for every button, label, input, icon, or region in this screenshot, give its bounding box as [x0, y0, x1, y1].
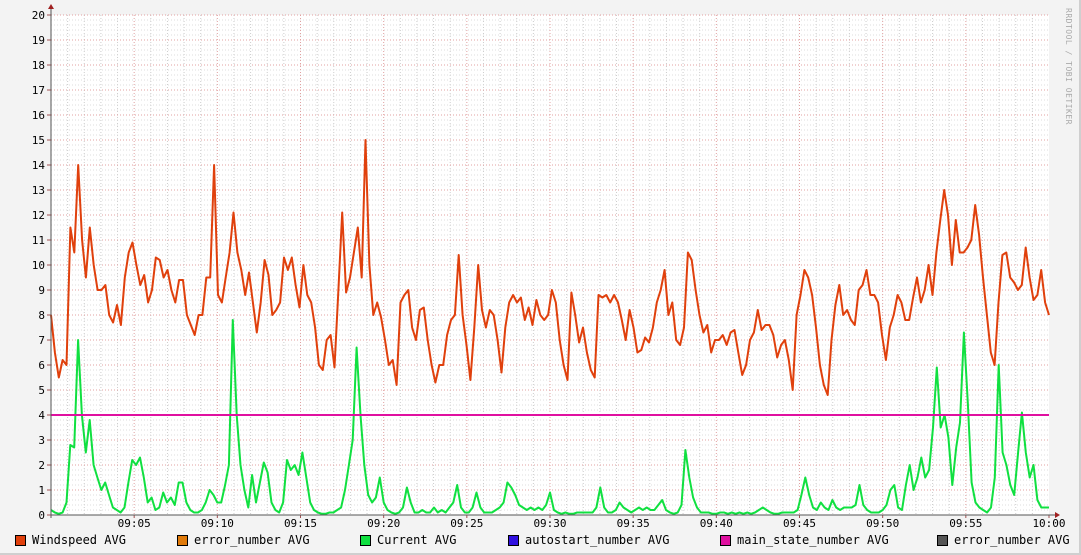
- legend-item: error_number AVG: [937, 533, 1070, 547]
- y-tick-label: 20: [32, 9, 45, 22]
- y-tick-label: 4: [38, 409, 45, 422]
- x-tick-label: 09:15: [284, 517, 317, 530]
- y-tick-label: 17: [32, 84, 45, 97]
- y-tick-label: 0: [38, 509, 45, 522]
- legend-item: autostart_number AVG: [508, 533, 670, 547]
- y-tick-label: 6: [38, 359, 45, 372]
- y-tick-label: 19: [32, 34, 45, 47]
- legend-label: autostart_number AVG: [525, 533, 670, 547]
- x-tick-label: 09:25: [450, 517, 483, 530]
- y-axis-arrow-icon: [48, 4, 54, 9]
- x-tick-label: 09:55: [949, 517, 982, 530]
- y-tick-label: 13: [32, 184, 45, 197]
- legend-swatch: [720, 534, 731, 546]
- x-tick-label: 09:45: [783, 517, 816, 530]
- legend-item: error_number AVG: [177, 533, 310, 547]
- x-tick-label: 09:50: [866, 517, 899, 530]
- x-tick-label: 09:40: [700, 517, 733, 530]
- legend-swatch: [177, 534, 188, 546]
- legend-label: error_number AVG: [194, 533, 310, 547]
- legend-swatch: [15, 534, 26, 546]
- legend-item: main_state_number AVG: [720, 533, 889, 547]
- legend-item: Windspeed AVG: [15, 533, 126, 547]
- y-tick-label: 7: [38, 334, 45, 347]
- legend-label: error_number AVG: [954, 533, 1070, 547]
- y-tick-label: 8: [38, 309, 45, 322]
- legend-label: Windspeed AVG: [32, 533, 126, 547]
- y-tick-label: 10: [32, 259, 45, 272]
- legend-item: Current AVG: [360, 533, 456, 547]
- legend-swatch: [508, 534, 519, 546]
- legend-swatch: [360, 534, 371, 546]
- y-tick-label: 15: [32, 134, 45, 147]
- y-tick-label: 9: [38, 284, 45, 297]
- legend-label: main_state_number AVG: [737, 533, 889, 547]
- watermark: RRDTOOL / TOBI OETIKER: [1064, 8, 1073, 125]
- y-tick-label: 3: [38, 434, 45, 447]
- x-tick-label: 10:00: [1032, 517, 1065, 530]
- x-tick-label: 09:05: [118, 517, 151, 530]
- y-tick-label: 14: [32, 159, 46, 172]
- y-tick-label: 2: [38, 459, 45, 472]
- y-tick-label: 11: [32, 234, 45, 247]
- y-tick-label: 5: [38, 384, 45, 397]
- rrd-chart: 0123456789101112131415161718192009:05 09:…: [32, 4, 1066, 530]
- y-tick-label: 1: [38, 484, 45, 497]
- y-tick-label: 18: [32, 59, 45, 72]
- x-tick-label: 09:10: [201, 517, 234, 530]
- x-tick-label: 09:20: [367, 517, 400, 530]
- y-tick-label: 12: [32, 209, 45, 222]
- x-tick-label: 09:30: [533, 517, 566, 530]
- x-tick-label: 09:35: [617, 517, 650, 530]
- y-tick-label: 16: [32, 109, 45, 122]
- legend-label: Current AVG: [377, 533, 457, 547]
- legend-swatch: [937, 534, 948, 546]
